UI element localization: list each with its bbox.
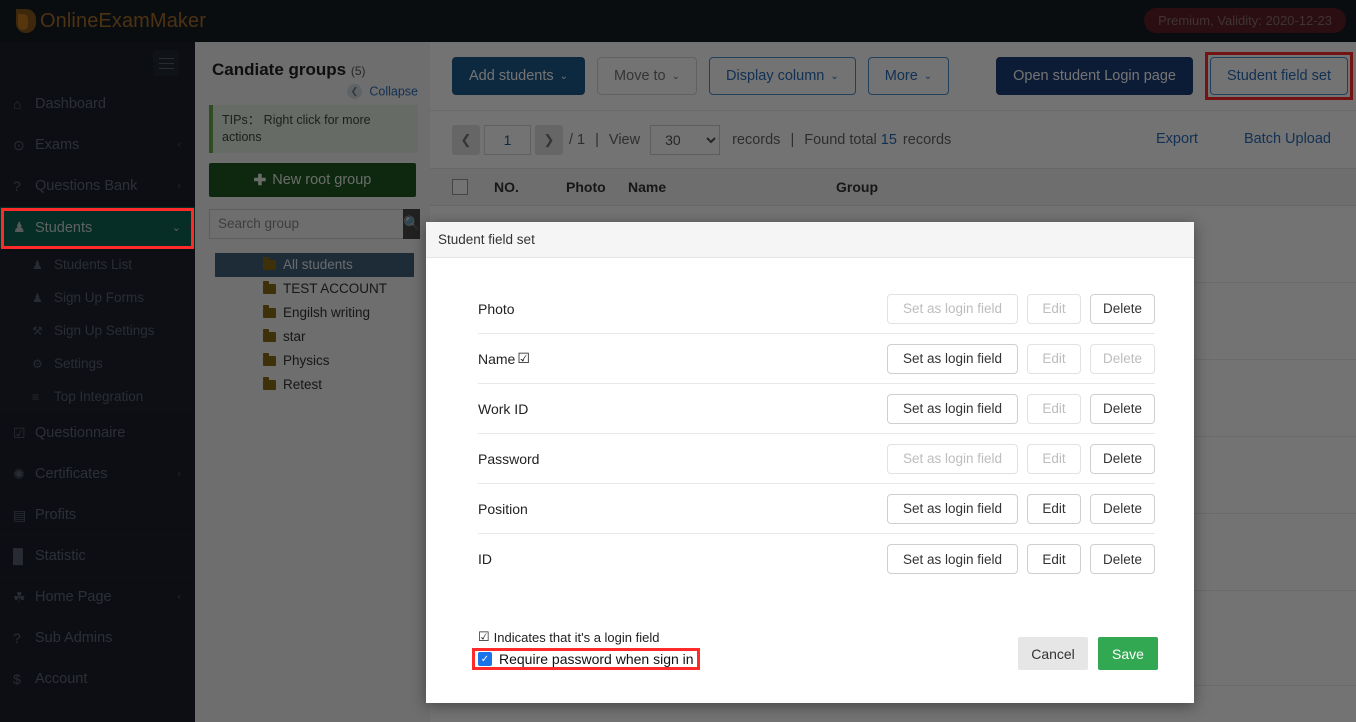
field-row-photo: Photo Set as login field Edit Delete: [478, 284, 1155, 334]
field-row-name: Name ☑ Set as login field Edit Delete: [478, 334, 1155, 384]
field-name: ID: [478, 551, 492, 567]
field-actions: Set as login field Edit Delete: [887, 493, 1155, 524]
field-row-work-id: Work ID Set as login field Edit Delete: [478, 384, 1155, 434]
field-name: Name ☑: [478, 350, 530, 367]
set-as-login-field-button[interactable]: Set as login field: [887, 544, 1018, 574]
set-as-login-field-button[interactable]: Set as login field: [887, 343, 1018, 374]
require-password-label: Require password when sign in: [499, 651, 694, 667]
login-field-check-icon: ☑: [517, 350, 530, 366]
dialog-body: Photo Set as login field Edit Delete Nam…: [426, 258, 1194, 584]
field-actions: Set as login field Edit Delete: [887, 443, 1155, 474]
field-actions: Set as login field Edit Delete: [887, 393, 1155, 424]
set-as-login-field-button[interactable]: Set as login field: [887, 443, 1018, 474]
field-row-password: Password Set as login field Edit Delete: [478, 434, 1155, 484]
field-row-id: ID Set as login field Edit Delete: [478, 534, 1155, 584]
dialog-action-buttons: Cancel Save: [1018, 637, 1158, 670]
edit-button[interactable]: Edit: [1027, 443, 1081, 474]
student-field-set-dialog: Student field set Photo Set as login fie…: [426, 222, 1194, 703]
delete-button[interactable]: Delete: [1090, 293, 1155, 324]
field-actions: Set as login field Edit Delete: [887, 544, 1155, 574]
field-name: Work ID: [478, 400, 529, 417]
edit-button[interactable]: Edit: [1027, 343, 1081, 374]
edit-button[interactable]: Edit: [1027, 493, 1081, 524]
edit-button[interactable]: Edit: [1027, 293, 1081, 324]
delete-button[interactable]: Delete: [1090, 343, 1155, 374]
app-root: OnlineExamMaker Premium, Validity: 2020-…: [0, 0, 1356, 722]
field-row-position: Position Set as login field Edit Delete: [478, 484, 1155, 534]
field-name: Position: [478, 500, 528, 517]
login-field-legend: ☑ Indicates that it's a login field: [478, 629, 659, 645]
require-password-row[interactable]: ✓ Require password when sign in: [472, 648, 700, 670]
delete-button[interactable]: Delete: [1090, 493, 1155, 524]
delete-button[interactable]: Delete: [1090, 544, 1155, 574]
field-actions: Set as login field Edit Delete: [887, 293, 1155, 324]
edit-button[interactable]: Edit: [1027, 393, 1081, 424]
legend-text: Indicates that it's a login field: [493, 629, 660, 645]
dialog-footer: ☑ Indicates that it's a login field ✓ Re…: [426, 617, 1194, 703]
set-as-login-field-button[interactable]: Set as login field: [887, 293, 1018, 324]
delete-button[interactable]: Delete: [1090, 393, 1155, 424]
edit-button[interactable]: Edit: [1027, 544, 1081, 574]
field-name: Password: [478, 450, 540, 467]
field-name: Photo: [478, 300, 515, 317]
require-password-wrap: ✓ Require password when sign in: [472, 648, 700, 670]
dialog-title-bar: Student field set: [426, 222, 1194, 258]
set-as-login-field-button[interactable]: Set as login field: [887, 393, 1018, 424]
dialog-title: Student field set: [438, 232, 535, 247]
cancel-button[interactable]: Cancel: [1018, 637, 1088, 670]
field-actions: Set as login field Edit Delete: [887, 343, 1155, 374]
delete-button[interactable]: Delete: [1090, 443, 1155, 474]
save-button[interactable]: Save: [1098, 637, 1158, 670]
require-password-checkbox[interactable]: ✓: [478, 652, 492, 666]
set-as-login-field-button[interactable]: Set as login field: [887, 493, 1018, 524]
login-field-check-icon: ☑: [478, 629, 490, 644]
